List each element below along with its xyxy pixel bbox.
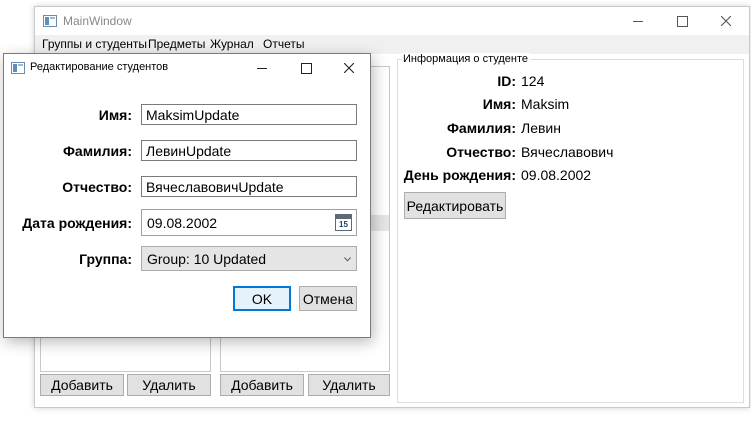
close-icon xyxy=(721,16,731,26)
cancel-button[interactable]: Отмена xyxy=(299,286,357,311)
info-first-name-label: Имя: xyxy=(482,96,516,112)
edit-student-button[interactable]: Редактировать xyxy=(404,192,506,219)
first-name-field[interactable] xyxy=(141,104,357,125)
app-icon xyxy=(43,15,57,27)
first-name-label: Имя: xyxy=(98,107,132,123)
info-birthday-value: 09.08.2002 xyxy=(521,167,592,183)
menu-journal[interactable]: Журнал xyxy=(210,37,254,51)
info-first-name-value: Maksim xyxy=(521,96,570,112)
calendar-icon[interactable]: 15 xyxy=(335,214,352,231)
menu-groups-students[interactable]: Группы и студенты xyxy=(42,37,147,51)
dialog-minimize-button[interactable] xyxy=(240,54,284,82)
group-select[interactable]: Group: 10 Updated xyxy=(141,246,357,271)
birth-date-label: Дата рождения: xyxy=(22,215,132,231)
groups-add-button[interactable]: Добавить xyxy=(40,374,124,396)
last-name-label: Фамилия: xyxy=(62,143,132,159)
chevron-down-icon xyxy=(344,257,351,262)
minimize-icon xyxy=(633,20,643,22)
groups-delete-button[interactable]: Удалить xyxy=(127,374,211,396)
calendar-day-label: 15 xyxy=(339,220,348,229)
maximize-button[interactable] xyxy=(660,7,704,35)
birth-date-picker[interactable]: 09.08.2002 15 xyxy=(141,209,357,236)
dialog-title: Редактирование студентов xyxy=(30,61,169,73)
dialog-app-icon xyxy=(11,62,25,74)
close-button[interactable] xyxy=(704,7,748,35)
main-titlebar[interactable]: MainWindow xyxy=(35,7,749,35)
menu-reports[interactable]: Отчеты xyxy=(263,37,304,51)
patronymic-label: Отчество: xyxy=(62,179,132,195)
info-id-label: ID: xyxy=(497,73,516,89)
group-label: Группа: xyxy=(79,251,132,267)
patronymic-field[interactable] xyxy=(141,176,357,197)
info-patronymic-value: Вячеславович xyxy=(521,144,614,160)
minimize-icon xyxy=(257,67,267,69)
dialog-titlebar[interactable]: Редактирование студентов xyxy=(4,54,370,82)
info-patronymic-label: Отчество: xyxy=(446,144,516,160)
dialog-close-button[interactable] xyxy=(327,54,371,82)
info-id-value: 124 xyxy=(521,73,545,89)
students-delete-button[interactable]: Удалить xyxy=(308,374,390,396)
student-info-legend: Информация о студенте xyxy=(401,53,531,65)
dialog-maximize-button[interactable] xyxy=(284,54,328,82)
menu-bar: Группы и студенты Предметы Журнал Отчеты xyxy=(35,35,749,54)
ok-button[interactable]: OK xyxy=(233,286,291,311)
minimize-button[interactable] xyxy=(616,7,660,35)
info-last-name-label: Фамилия: xyxy=(446,120,516,136)
group-select-value: Group: 10 Updated xyxy=(147,251,267,267)
edit-students-dialog: Редактирование студентов Имя: Фамилия: О… xyxy=(3,53,371,338)
info-last-name-value: Левин xyxy=(521,120,561,136)
maximize-icon xyxy=(300,62,312,74)
close-icon xyxy=(344,63,354,73)
students-add-button[interactable]: Добавить xyxy=(220,374,304,396)
birth-date-value: 09.08.2002 xyxy=(147,215,218,231)
main-window-title: MainWindow xyxy=(63,14,132,28)
last-name-field[interactable] xyxy=(141,140,357,161)
menu-subjects[interactable]: Предметы xyxy=(148,37,205,51)
info-birthday-label: День рождения: xyxy=(403,167,516,183)
maximize-icon xyxy=(676,15,688,27)
